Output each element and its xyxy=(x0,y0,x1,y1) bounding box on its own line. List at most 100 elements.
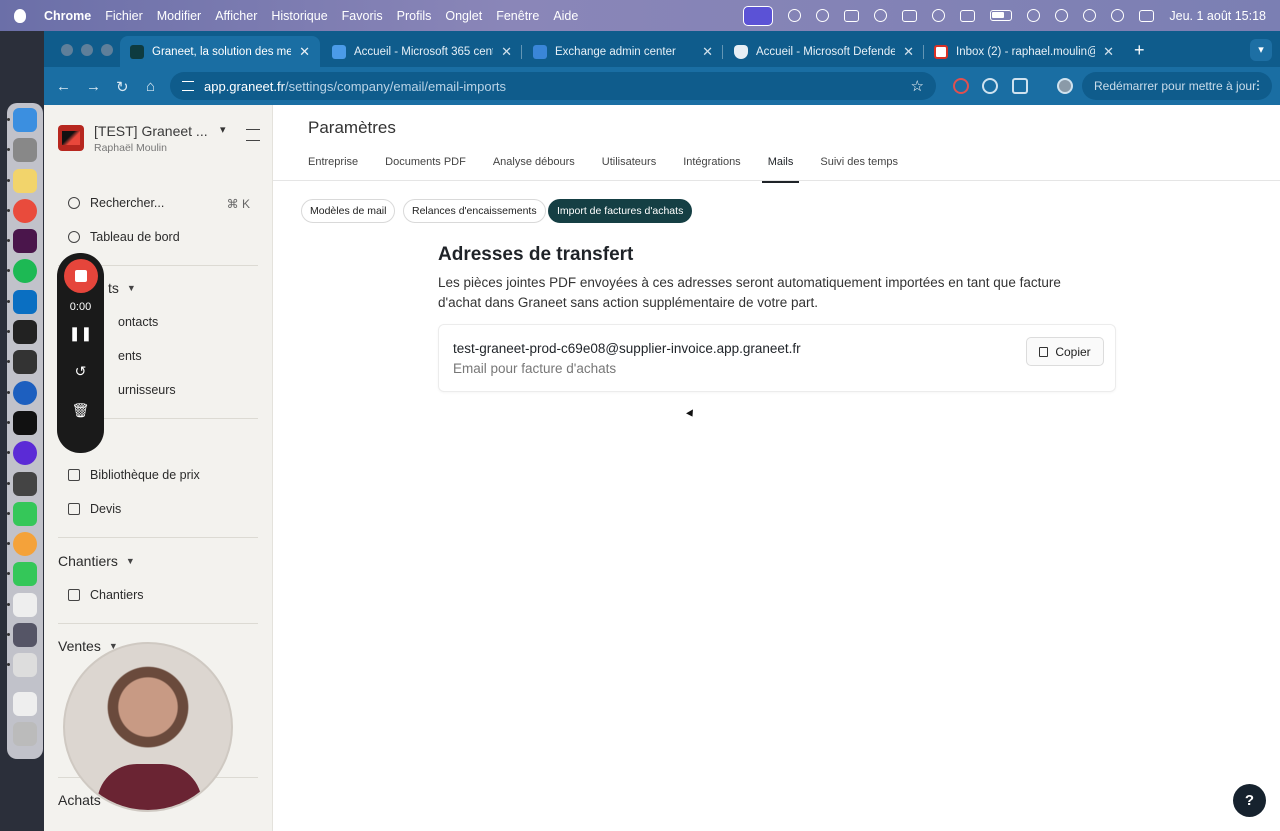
photos-icon[interactable] xyxy=(7,532,37,557)
webcam-overlay[interactable] xyxy=(63,642,233,812)
keyboard-icon[interactable] xyxy=(902,9,918,22)
menu-fichier[interactable]: Fichier xyxy=(105,9,143,23)
weather-icon[interactable] xyxy=(816,9,830,22)
browser-tab[interactable]: Accueil - Microsoft 365 center ✕ xyxy=(322,36,522,67)
search-icon[interactable] xyxy=(1111,9,1125,22)
textedit-icon[interactable] xyxy=(7,592,37,617)
sidebar-item-contacts[interactable]: ontacts xyxy=(118,311,158,333)
close-tab-icon[interactable]: ✕ xyxy=(299,44,310,60)
vscode-icon[interactable] xyxy=(7,289,37,314)
address-bar[interactable]: app.graneet.fr/settings/company/email/em… xyxy=(170,72,936,100)
section-purchases[interactable]: Achats xyxy=(58,792,101,808)
close-tab-icon[interactable]: ✕ xyxy=(903,44,914,60)
menu-fenetre[interactable]: Fenêtre xyxy=(496,9,539,23)
tab-documents-pdf[interactable]: Documents PDF xyxy=(385,156,466,180)
extension-icon[interactable] xyxy=(982,78,998,94)
document-icon[interactable] xyxy=(13,691,37,716)
menu-profils[interactable]: Profils xyxy=(397,9,432,23)
clock[interactable]: Jeu. 1 août 15:18 xyxy=(1169,9,1266,23)
activity-monitor-icon[interactable] xyxy=(7,410,37,435)
relaunch-update-button[interactable]: Redémarrer pour mettre à jour ⋮ xyxy=(1082,72,1272,100)
sidebar-item-suppliers[interactable]: urnisseurs xyxy=(118,379,176,401)
section-contacts[interactable]: ts ▼ xyxy=(108,280,136,296)
display-icon[interactable] xyxy=(960,9,976,22)
sidebar-item-clients[interactable]: ents xyxy=(118,345,142,367)
browser-tab[interactable]: Exchange admin center ✕ xyxy=(523,36,723,67)
wifi-icon[interactable] xyxy=(1083,9,1097,22)
tab-mails[interactable]: Mails xyxy=(761,156,799,183)
help-button[interactable]: ? xyxy=(1233,784,1266,817)
sidebar-item-sites[interactable]: Chantiers xyxy=(68,584,144,606)
app-icon[interactable] xyxy=(7,320,37,345)
sidebar-item-quotes[interactable]: Devis xyxy=(68,498,121,520)
slack-icon[interactable] xyxy=(7,229,37,254)
new-tab-button[interactable]: + xyxy=(1134,40,1145,61)
control-center-icon[interactable] xyxy=(1139,9,1155,22)
app-icon[interactable] xyxy=(7,441,37,466)
pill-mail-templates[interactable]: Modèles de mail xyxy=(301,199,396,223)
menu-modifier[interactable]: Modifier xyxy=(157,9,201,23)
menu-historique[interactable]: Historique xyxy=(271,9,327,23)
reload-icon[interactable]: ↻ xyxy=(116,78,129,96)
sidebar-item-price-library[interactable]: Bibliothèque de prix xyxy=(68,464,200,486)
screen-recording-icon[interactable] xyxy=(743,5,774,26)
messages-icon[interactable] xyxy=(7,562,37,587)
numbers-icon[interactable] xyxy=(7,501,37,526)
play-icon[interactable] xyxy=(932,9,946,22)
home-icon[interactable]: ⌂ xyxy=(146,78,155,95)
section-sites[interactable]: Chantiers ▼ xyxy=(58,553,135,569)
pill-payment-reminders[interactable]: Relances d'encaissements xyxy=(403,199,546,223)
onepassword-icon[interactable] xyxy=(7,380,37,405)
menu-afficher[interactable]: Afficher xyxy=(215,9,257,23)
notes-icon[interactable] xyxy=(7,168,37,193)
trash-icon[interactable] xyxy=(13,721,37,746)
restart-icon[interactable]: ↺ xyxy=(57,363,104,380)
trash-icon[interactable]: 🗑 xyxy=(57,402,104,419)
browser-tab[interactable]: Graneet, la solution des meilleurs ✕ xyxy=(120,36,320,67)
close-tab-icon[interactable]: ✕ xyxy=(501,44,512,60)
company-name[interactable]: [TEST] Graneet ... xyxy=(94,123,208,139)
menu-favoris[interactable]: Favoris xyxy=(342,9,383,23)
airdrop-icon[interactable] xyxy=(1055,9,1069,22)
more-menu-icon[interactable]: ⋮ xyxy=(1252,78,1264,92)
sidebar-item-dashboard[interactable]: Tableau de bord xyxy=(68,226,180,248)
finder-icon[interactable] xyxy=(7,108,37,132)
browser-tab[interactable]: Inbox (2) - raphael.moulin@gr ✕ xyxy=(924,36,1124,67)
bluetooth-icon[interactable] xyxy=(1027,9,1041,22)
collapse-sidebar-icon[interactable] xyxy=(246,129,260,141)
paperclip-icon[interactable] xyxy=(788,9,802,22)
menu-aide[interactable]: Aide xyxy=(553,9,578,23)
menu-onglet[interactable]: Onglet xyxy=(445,9,482,23)
settings-icon[interactable] xyxy=(7,138,37,163)
datagrip-icon[interactable] xyxy=(7,350,37,375)
back-icon[interactable]: ← xyxy=(56,78,71,95)
app-icon[interactable] xyxy=(7,471,37,496)
browser-tab[interactable]: Accueil - Microsoft Defender ✕ xyxy=(724,36,924,67)
spotify-icon[interactable] xyxy=(7,259,37,284)
chrome-icon[interactable] xyxy=(7,198,37,223)
search-button[interactable]: Rechercher... xyxy=(68,192,164,214)
grid-icon[interactable] xyxy=(844,9,860,22)
calendar-extension-icon[interactable] xyxy=(953,78,969,94)
stop-recording-button[interactable] xyxy=(64,259,98,293)
tab-search-button[interactable]: ▾ xyxy=(1250,39,1272,61)
tab-integrations[interactable]: Intégrations xyxy=(683,156,740,180)
close-window-button[interactable] xyxy=(61,44,73,56)
bookmark-star-icon[interactable]: ☆ xyxy=(911,77,924,95)
pill-purchase-invoice-import[interactable]: Import de factures d'achats xyxy=(548,199,693,223)
close-tab-icon[interactable]: ✕ xyxy=(1103,44,1114,60)
profile-avatar[interactable] xyxy=(1057,78,1073,94)
battery-icon[interactable] xyxy=(990,10,1013,21)
tab-entreprise[interactable]: Entreprise xyxy=(308,156,358,180)
copy-button[interactable]: Copier xyxy=(1026,337,1104,366)
apple-icon[interactable] xyxy=(14,8,26,23)
tab-analyse-debours[interactable]: Analyse débours xyxy=(493,156,575,180)
brightness-icon[interactable] xyxy=(874,9,888,22)
menu-app-name[interactable]: Chrome xyxy=(44,9,91,23)
close-tab-icon[interactable]: ✕ xyxy=(702,44,713,60)
site-info-icon[interactable] xyxy=(182,81,194,91)
pause-icon[interactable]: ❚❚ xyxy=(57,325,104,342)
forward-icon[interactable]: → xyxy=(86,78,101,95)
calendar-icon[interactable] xyxy=(7,653,37,678)
maximize-window-button[interactable] xyxy=(101,44,113,56)
